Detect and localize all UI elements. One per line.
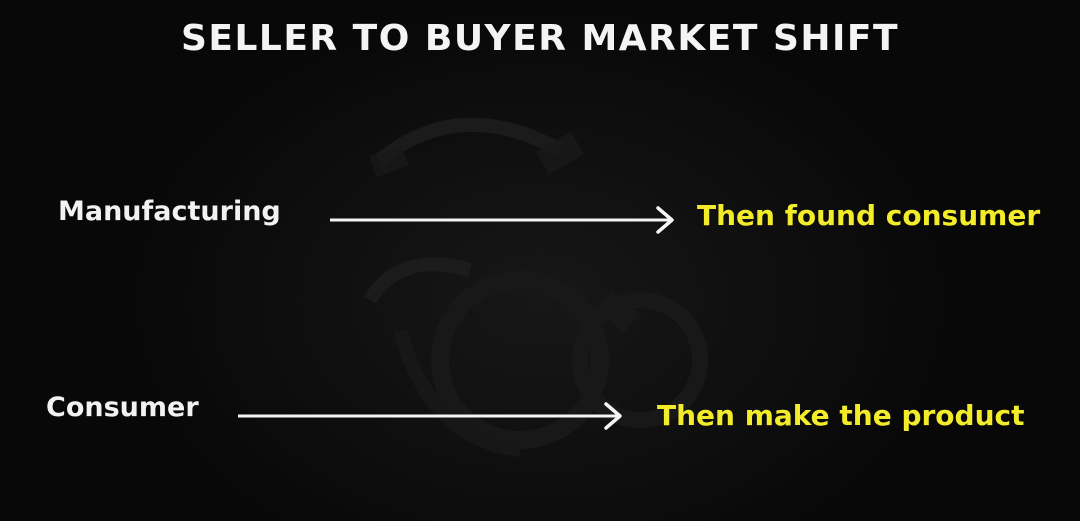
- right-arrow-icon: [330, 206, 674, 234]
- slide-title: SELLER TO BUYER MARKET SHIFT: [180, 18, 900, 59]
- then-make-the-product-label: Then make the product: [657, 399, 1025, 432]
- slide: SELLER TO BUYER MARKET SHIFT Manufacturi…: [0, 0, 1080, 521]
- right-arrow-icon: [238, 402, 622, 430]
- gear-watermark: [363, 117, 708, 457]
- consumer-label: Consumer: [46, 392, 199, 423]
- manufacturing-label: Manufacturing: [58, 196, 281, 227]
- then-found-consumer-label: Then found consumer: [697, 199, 1041, 232]
